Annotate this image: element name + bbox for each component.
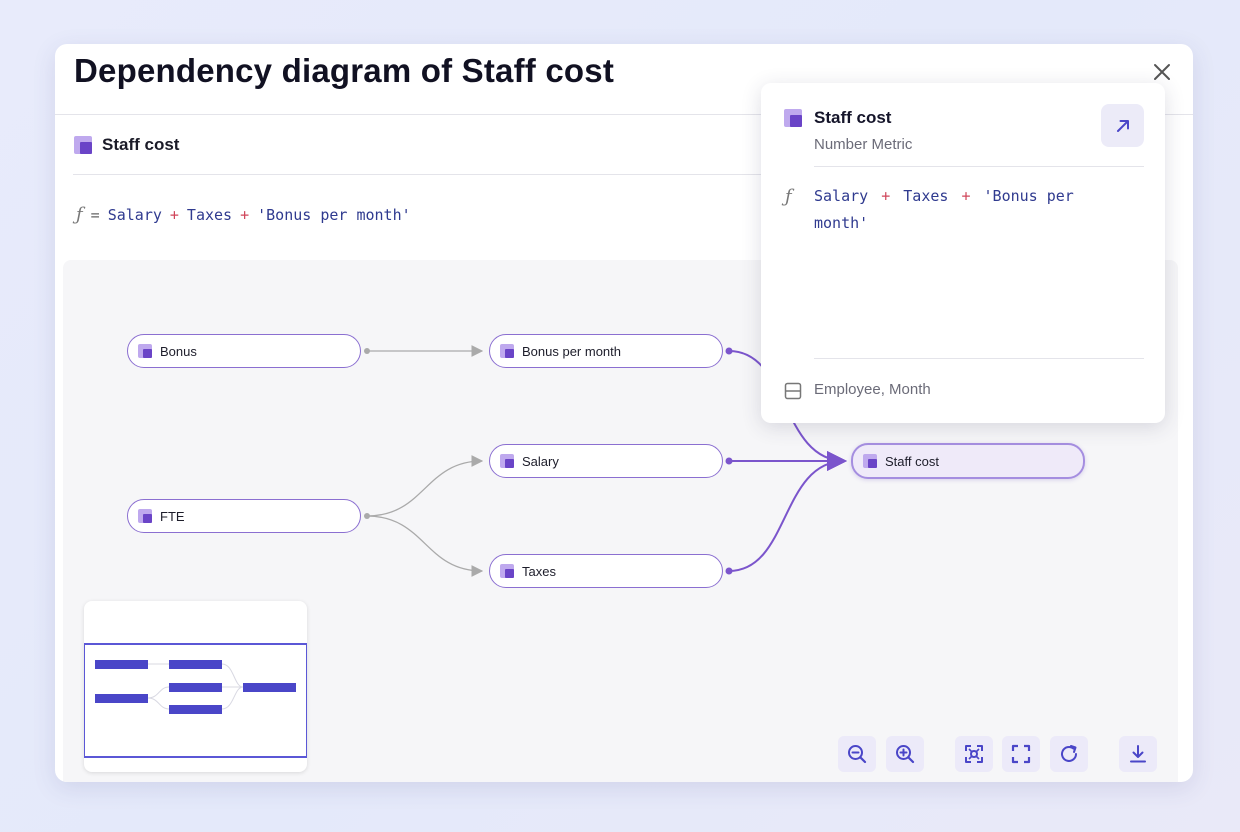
- metric-popover: Staff cost Number Metric ƒ Salary + Taxe…: [761, 83, 1165, 423]
- minimap-node: [243, 683, 296, 692]
- node-label: Salary: [522, 453, 559, 469]
- formula-term: month': [814, 214, 869, 232]
- metric-icon: [784, 109, 802, 127]
- fullscreen-button[interactable]: [1002, 736, 1040, 772]
- function-icon: ƒ: [76, 204, 83, 225]
- metric-icon: [500, 344, 514, 358]
- node-fte[interactable]: FTE: [127, 499, 361, 533]
- download-button[interactable]: [1119, 736, 1157, 772]
- zoom-in-icon: [896, 745, 915, 764]
- minimap-node: [95, 694, 148, 703]
- refresh-button[interactable]: [1050, 736, 1088, 772]
- metric-icon: [138, 509, 152, 523]
- formula-term: 'Bonus per: [983, 187, 1074, 205]
- download-icon: [1130, 745, 1146, 763]
- metric-name: Staff cost: [102, 135, 180, 154]
- popover-divider: [814, 358, 1144, 359]
- close-icon: [1154, 64, 1170, 80]
- formula-term: Salary: [814, 187, 869, 205]
- popover-dimensions: Employee, Month: [814, 381, 931, 398]
- node-taxes[interactable]: Taxes: [489, 554, 723, 588]
- node-bonus-per-month[interactable]: Bonus per month: [489, 334, 723, 368]
- node-salary[interactable]: Salary: [489, 444, 723, 478]
- minimap[interactable]: [84, 601, 307, 772]
- table-icon: [784, 382, 802, 400]
- header-divider: [73, 174, 773, 175]
- formula-operator: +: [961, 187, 971, 205]
- popover-title: Staff cost: [814, 108, 892, 127]
- arrow-up-right-icon: [1116, 119, 1129, 132]
- popover-formula: Salary + Taxes + 'Bonus per month': [814, 183, 1114, 237]
- formula-operator: +: [881, 187, 891, 205]
- metric-icon: [74, 136, 92, 154]
- metric-icon: [863, 454, 877, 468]
- zoom-in-button[interactable]: [886, 736, 924, 772]
- formula-term: 'Bonus per month': [257, 205, 411, 224]
- zoom-out-icon: [848, 745, 867, 764]
- minimap-node: [95, 660, 148, 669]
- metric-icon: [138, 344, 152, 358]
- metric-icon: [500, 564, 514, 578]
- fullscreen-icon: [1011, 744, 1031, 764]
- zoom-out-button[interactable]: [838, 736, 876, 772]
- node-staff-cost[interactable]: Staff cost: [851, 443, 1085, 479]
- node-label: Bonus: [160, 343, 197, 359]
- node-label: Taxes: [522, 563, 556, 579]
- formula-term: Taxes: [186, 205, 233, 224]
- metric-icon: [500, 454, 514, 468]
- formula-operator: +: [169, 205, 179, 224]
- minimap-node: [169, 683, 222, 692]
- popover-divider: [814, 166, 1144, 167]
- minimap-graphic: [84, 643, 307, 758]
- node-label: FTE: [160, 508, 185, 524]
- formula-operator: +: [240, 205, 250, 224]
- formula-equals: =: [90, 205, 100, 224]
- minimap-node: [169, 660, 222, 669]
- refresh-icon: [1061, 745, 1077, 762]
- node-label: Staff cost: [885, 453, 939, 469]
- node-bonus[interactable]: Bonus: [127, 334, 361, 368]
- metric-header: Staff cost: [74, 133, 179, 157]
- minimap-node: [169, 705, 222, 714]
- node-label: Bonus per month: [522, 343, 622, 359]
- function-icon: ƒ: [785, 186, 792, 207]
- popover-subtitle: Number Metric: [814, 136, 913, 153]
- open-metric-button[interactable]: [1101, 104, 1144, 147]
- close-button[interactable]: [1150, 60, 1174, 84]
- metric-formula: ƒ = Salary + Taxes + 'Bonus per month': [76, 204, 411, 225]
- formula-term: Salary: [107, 205, 162, 224]
- focus-icon: [965, 745, 983, 763]
- focus-button[interactable]: [955, 736, 993, 772]
- formula-term: Taxes: [903, 187, 949, 205]
- modal-title: Dependency diagram of Staff cost: [74, 52, 615, 89]
